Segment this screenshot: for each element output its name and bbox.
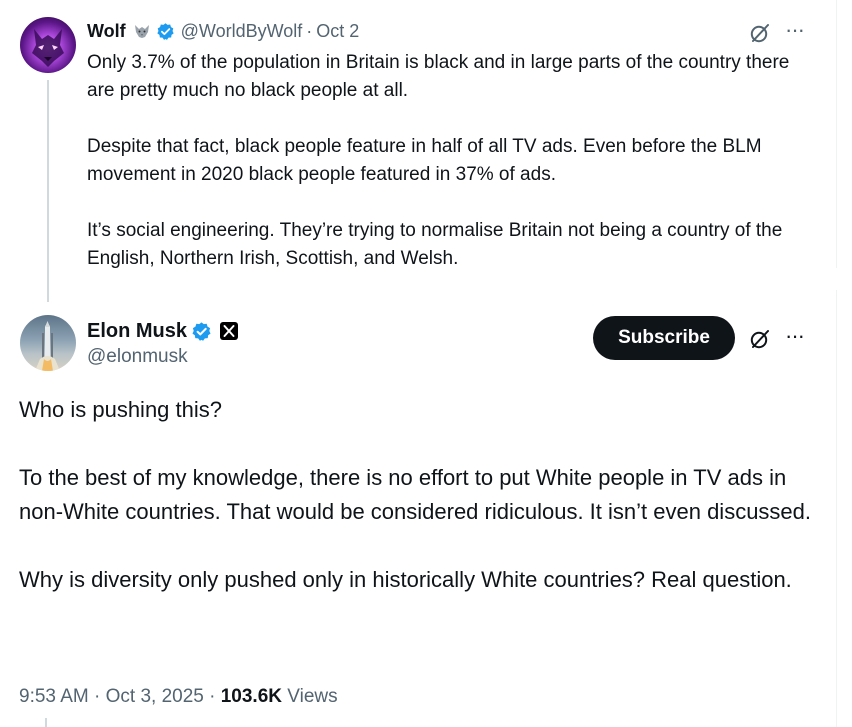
parent-tweet-header: Wolf @WorldByWolf · Oct 2 [87,20,359,42]
timestamp[interactable]: Oct 2 [316,21,359,42]
x-logo-icon[interactable] [220,322,239,340]
avatar[interactable] [20,17,76,73]
views-count[interactable]: 103.6K [221,686,282,707]
separator: · [306,20,313,41]
grok-icon[interactable] [748,21,772,45]
subscribe-button[interactable]: Subscribe [593,316,735,360]
wolf-emoji-icon [133,22,151,40]
verified-badge-icon[interactable] [191,321,212,342]
tweet-paragraph: Only 3.7% of the population in Britain i… [87,52,790,101]
tweet-metadata: 9:53 AM · Oct 3, 2025 · 103.6K Views [19,686,338,708]
tweet-paragraph: Who is pushing this? [19,397,222,422]
separator: · [209,686,216,707]
separator: · [94,686,101,707]
display-name[interactable]: Wolf [87,21,126,42]
rocket-avatar-art [35,321,60,371]
more-icon[interactable]: ··· [785,19,813,44]
tweet-time[interactable]: 9:53 AM [19,686,89,707]
thread-line [47,80,49,302]
tweet-paragraph: Why is diversity only pushed only in his… [19,567,792,592]
handle[interactable]: @elonmusk [87,346,188,368]
scrollbar-edge [836,290,837,727]
tweet-paragraph: It’s social engineering. They’re trying … [87,220,783,269]
avatar[interactable] [20,315,76,371]
thread-line [45,718,47,727]
tweet-paragraph: To the best of my knowledge, there is no… [19,465,812,524]
author-name-row: Elon Musk [87,318,239,344]
views-label[interactable]: Views [287,686,337,707]
verified-badge-icon[interactable] [156,22,175,41]
grok-icon[interactable] [748,327,772,351]
tweet-date[interactable]: Oct 3, 2025 [106,686,204,707]
more-icon[interactable]: ··· [785,325,813,350]
main-tweet-text: Who is pushing this? To the best of my k… [19,393,819,631]
parent-tweet-text: Only 3.7% of the population in Britain i… [87,49,822,301]
wolf-avatar-art [32,29,64,67]
handle[interactable]: @WorldByWolf [181,21,303,42]
tweet-paragraph: Despite that fact, black people feature … [87,136,762,185]
scrollbar-edge [836,0,837,268]
display-name[interactable]: Elon Musk [87,320,187,343]
